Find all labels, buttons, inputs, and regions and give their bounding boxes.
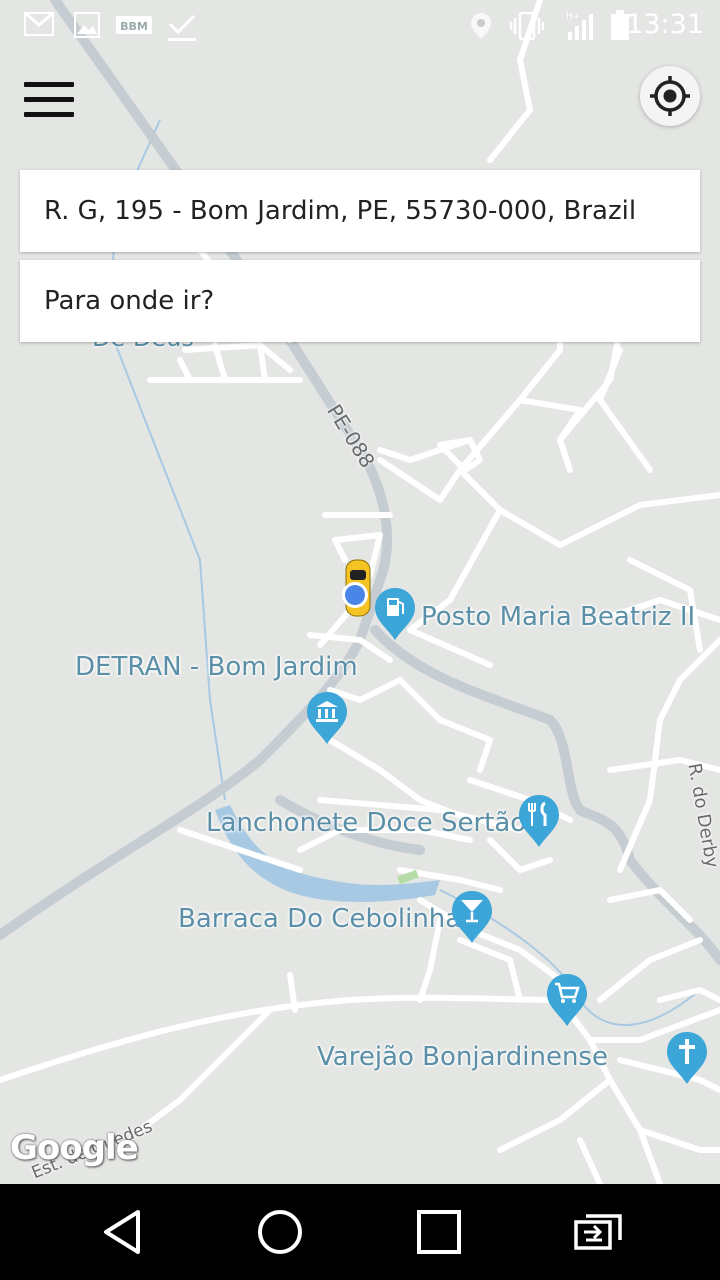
place-label-varejao[interactable]: Varejão Bonjardinense xyxy=(317,1042,608,1072)
status-bar: BBM H+ 13:31 xyxy=(0,0,720,50)
recents-icon xyxy=(417,1210,461,1254)
svg-text:BBM: BBM xyxy=(120,20,148,33)
back-icon xyxy=(104,1210,140,1254)
gmail-icon xyxy=(24,12,54,36)
home-button[interactable] xyxy=(250,1204,310,1260)
home-icon xyxy=(258,1210,302,1254)
navigation-bar xyxy=(0,1184,720,1280)
bar-icon[interactable] xyxy=(450,889,494,945)
switch-app-icon xyxy=(574,1214,622,1250)
destination-placeholder: Para onde ir? xyxy=(44,286,215,316)
shopping-cart-icon[interactable] xyxy=(545,972,589,1028)
bbm-icon: BBM xyxy=(116,16,152,34)
pickup-address-text: R. G, 195 - Bom Jardim, PE, 55730-000, B… xyxy=(44,196,637,226)
recents-button[interactable] xyxy=(409,1204,469,1260)
place-label-posto[interactable]: Posto Maria Beatriz II xyxy=(421,602,695,632)
download-done-icon xyxy=(168,14,196,41)
government-building-icon[interactable] xyxy=(305,690,349,746)
current-location-dot xyxy=(342,582,368,608)
signal-icon: H+ xyxy=(566,12,593,40)
place-label-detran[interactable]: DETRAN - Bom Jardim xyxy=(75,652,358,682)
gas-station-icon[interactable] xyxy=(373,586,417,642)
status-time: 13:31 xyxy=(626,9,704,40)
crosshair-icon xyxy=(650,76,690,116)
pickup-address-field[interactable]: R. G, 195 - Bom Jardim, PE, 55730-000, B… xyxy=(20,170,700,252)
restaurant-icon[interactable] xyxy=(517,793,561,849)
svg-text:H+: H+ xyxy=(566,12,580,22)
google-attribution: Google xyxy=(10,1128,139,1168)
my-location-button[interactable] xyxy=(640,66,700,126)
location-icon xyxy=(471,13,491,39)
place-label-barraca[interactable]: Barraca Do Cebolinha xyxy=(178,904,461,934)
destination-input[interactable]: Para onde ir? xyxy=(20,260,700,342)
place-label-lanchonete[interactable]: Lanchonete Doce Sertão xyxy=(206,808,526,838)
menu-icon[interactable] xyxy=(22,78,78,122)
image-icon xyxy=(74,12,100,38)
switch-app-button[interactable] xyxy=(568,1204,628,1260)
church-icon[interactable] xyxy=(665,1030,709,1086)
vibrate-icon xyxy=(510,12,544,40)
back-button[interactable] xyxy=(92,1204,152,1260)
